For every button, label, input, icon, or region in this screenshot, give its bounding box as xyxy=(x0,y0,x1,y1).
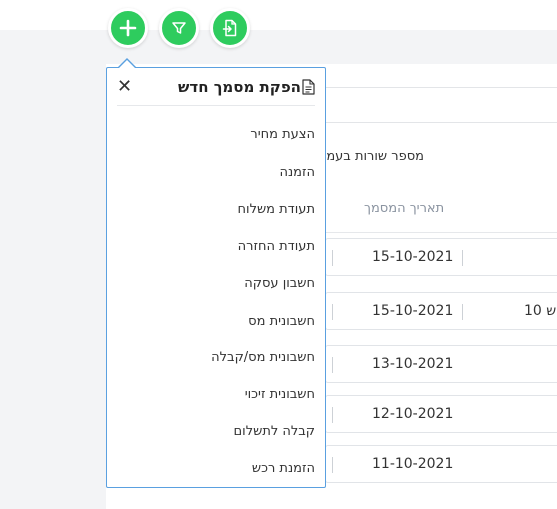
file-import-icon xyxy=(222,19,237,37)
menu-item-transaction-invoice[interactable]: חשבון עסקה xyxy=(244,276,315,291)
menu-item-payment-receipt[interactable]: קבלה לתשלום xyxy=(234,424,315,439)
column-separator xyxy=(462,250,463,266)
column-header-document-date[interactable]: תאריך המסמך xyxy=(364,201,444,216)
table-row[interactable]: 11-10-2021 xyxy=(325,445,557,483)
table-row[interactable]: 15-10-2021 xyxy=(325,238,557,276)
row-date: 15-10-2021 xyxy=(372,249,454,265)
table-row[interactable]: 12-10-2021 xyxy=(325,395,557,433)
column-separator xyxy=(332,250,333,266)
filter-icon xyxy=(172,22,186,34)
table-row[interactable]: 13-10-2021 xyxy=(325,345,557,383)
dropdown-caret-fill xyxy=(119,60,135,68)
row-date: 13-10-2021 xyxy=(372,356,454,372)
table-row[interactable]: 15-10-2021 ש 10 xyxy=(325,292,557,330)
search-input[interactable] xyxy=(325,87,557,123)
document-icon xyxy=(302,79,315,95)
import-file-button[interactable] xyxy=(210,8,250,48)
rows-per-page-label: מספר שורות בעמ xyxy=(326,149,424,164)
column-separator xyxy=(332,304,333,320)
dropdown-divider xyxy=(117,105,315,106)
header-divider xyxy=(325,232,557,233)
row-date: 12-10-2021 xyxy=(372,406,454,422)
row-date: 11-10-2021 xyxy=(372,456,454,472)
top-bar xyxy=(0,0,557,30)
dropdown-title: הפקת מסמך חדש xyxy=(178,78,301,96)
column-separator xyxy=(332,457,333,473)
menu-item-tax-invoice-receipt[interactable]: חשבונית מס/קבלה xyxy=(211,350,315,365)
filter-button[interactable] xyxy=(159,8,199,48)
column-separator xyxy=(332,407,333,423)
close-icon[interactable]: ✕ xyxy=(117,78,132,96)
menu-item-tax-invoice[interactable]: חשבונית מס xyxy=(248,314,315,329)
column-separator xyxy=(462,304,463,320)
menu-item-delivery-note[interactable]: תעודת משלוח xyxy=(238,202,315,217)
menu-item-return-note[interactable]: תעודת החזרה xyxy=(238,239,315,254)
menu-item-purchase-order[interactable]: הזמנת רכש xyxy=(252,461,315,476)
new-document-dropdown: ✕ הפקת מסמך חדש הצעת מחיר הזמנה תעודת מש… xyxy=(106,67,326,488)
menu-item-price-quote[interactable]: הצעת מחיר xyxy=(250,127,315,142)
menu-item-credit-invoice[interactable]: חשבונית זיכוי xyxy=(245,387,315,402)
menu-item-order[interactable]: הזמנה xyxy=(279,165,315,180)
row-date: 15-10-2021 xyxy=(372,303,454,319)
row-extra: ש 10 xyxy=(524,303,557,319)
plus-icon xyxy=(119,19,137,37)
add-document-button[interactable] xyxy=(108,8,148,48)
column-separator xyxy=(332,357,333,373)
